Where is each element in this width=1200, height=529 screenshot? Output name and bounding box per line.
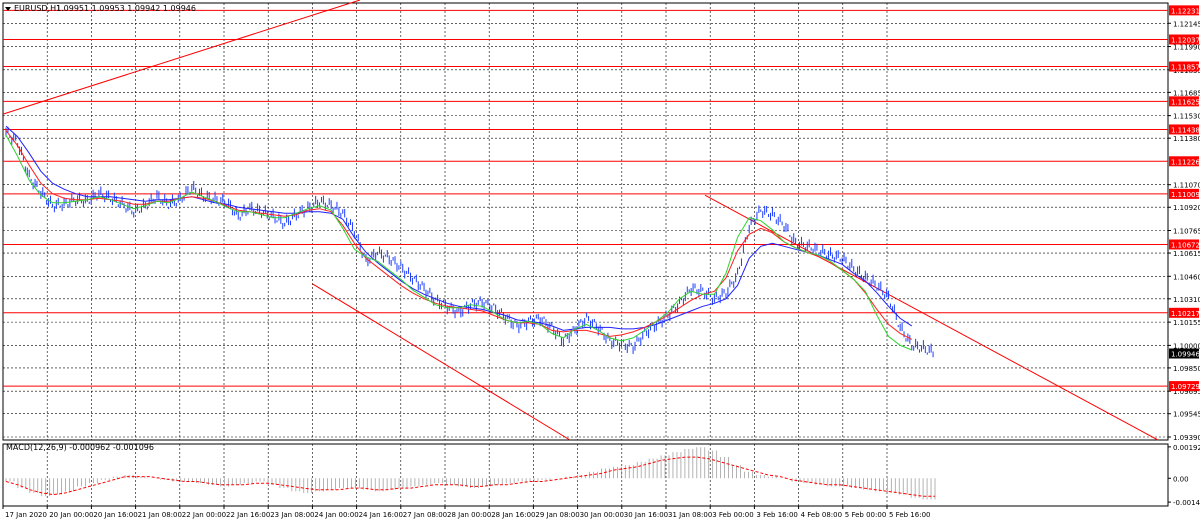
time-tick-label: 22 Jan 00:00 (182, 511, 226, 519)
level-price-label: 1.11438 (1171, 126, 1200, 134)
price-tick-label: 1.10310 (1173, 296, 1200, 304)
chart-canvas[interactable]: 1.121451.119901.118351.116851.115301.113… (0, 0, 1200, 524)
time-tick-label: 27 Jan 08:00 (403, 511, 447, 519)
time-tick-label: 21 Jan 08:00 (138, 511, 182, 519)
time-tick-label: 31 Jan 08:00 (668, 511, 712, 519)
price-tick-label: 1.12145 (1173, 20, 1200, 28)
time-tick-label: 3 Feb 16:00 (756, 511, 797, 519)
time-tick-label: 5 Feb 16:00 (889, 511, 930, 519)
level-price-label: 1.10217 (1171, 310, 1200, 318)
level-price-label: 1.11226 (1171, 158, 1200, 166)
time-tick-label: 22 Jan 16:00 (226, 511, 270, 519)
level-price-label: 1.09729 (1171, 383, 1200, 391)
price-tick-label: 1.10615 (1173, 250, 1200, 258)
symbol-header: EURUSD,H1 1.09951 1.09953 1.09942 1.0994… (5, 4, 196, 13)
price-tick-label: 1.10765 (1173, 228, 1200, 236)
macd-tick-label: -0.00146 (1173, 499, 1200, 507)
price-tick-label: 1.09390 (1173, 434, 1200, 442)
level-price-label: 1.12231 (1171, 7, 1200, 15)
time-tick-label: 23 Jan 08:00 (270, 511, 314, 519)
trading-chart-window: 1.121451.119901.118351.116851.115301.113… (0, 0, 1200, 524)
level-price-label: 1.11857 (1171, 64, 1200, 72)
time-tick-label: 30 Jan 00:00 (580, 511, 624, 519)
time-tick-label: 29 Jan 08:00 (535, 511, 579, 519)
price-tick-label: 1.11070 (1173, 182, 1200, 190)
current-price-label: 1.09946 (1171, 351, 1200, 359)
price-tick-label: 1.09850 (1173, 365, 1200, 373)
macd-tick-label: 0.001924 (1173, 444, 1200, 452)
symbol-title: EURUSD,H1 (14, 4, 61, 13)
price-tick-label: 1.10460 (1173, 273, 1200, 281)
time-tick-label: 20 Jan 00:00 (49, 511, 93, 519)
level-price-label: 1.11625 (1171, 98, 1200, 106)
price-tick-label: 1.11380 (1173, 135, 1200, 143)
macd-title: MACD(12,26,9) -0.000962 -0.001096 (6, 443, 154, 452)
price-tick-label: 1.10155 (1173, 319, 1200, 327)
time-tick-label: 24 Jan 00:00 (314, 511, 358, 519)
time-tick-label: 20 Jan 16:00 (93, 511, 137, 519)
time-tick-label: 28 Jan 16:00 (491, 511, 535, 519)
time-tick-label: 28 Jan 00:00 (447, 511, 491, 519)
price-tick-label: 1.10920 (1173, 204, 1200, 212)
time-tick-label: 30 Jan 16:00 (624, 511, 668, 519)
time-tick-label: 5 Feb 00:00 (845, 511, 886, 519)
level-price-label: 1.10672 (1171, 241, 1200, 249)
level-price-label: 1.12037 (1171, 36, 1200, 44)
time-tick-label: 3 Feb 00:00 (712, 511, 753, 519)
ohlc-values: 1.09951 1.09953 1.09942 1.09946 (56, 4, 196, 13)
time-tick-label: 17 Jan 2020 (5, 511, 47, 519)
time-tick-label: 24 Jan 16:00 (359, 511, 403, 519)
macd-tick-label: 0.00 (1173, 475, 1189, 483)
price-tick-label: 1.09545 (1173, 411, 1200, 419)
price-tick-label: 1.11685 (1173, 89, 1200, 97)
time-tick-label: 4 Feb 08:00 (801, 511, 842, 519)
price-tick-label: 1.11530 (1173, 113, 1200, 121)
level-price-label: 1.11009 (1171, 191, 1200, 199)
price-tick-label: 1.11990 (1173, 44, 1200, 52)
